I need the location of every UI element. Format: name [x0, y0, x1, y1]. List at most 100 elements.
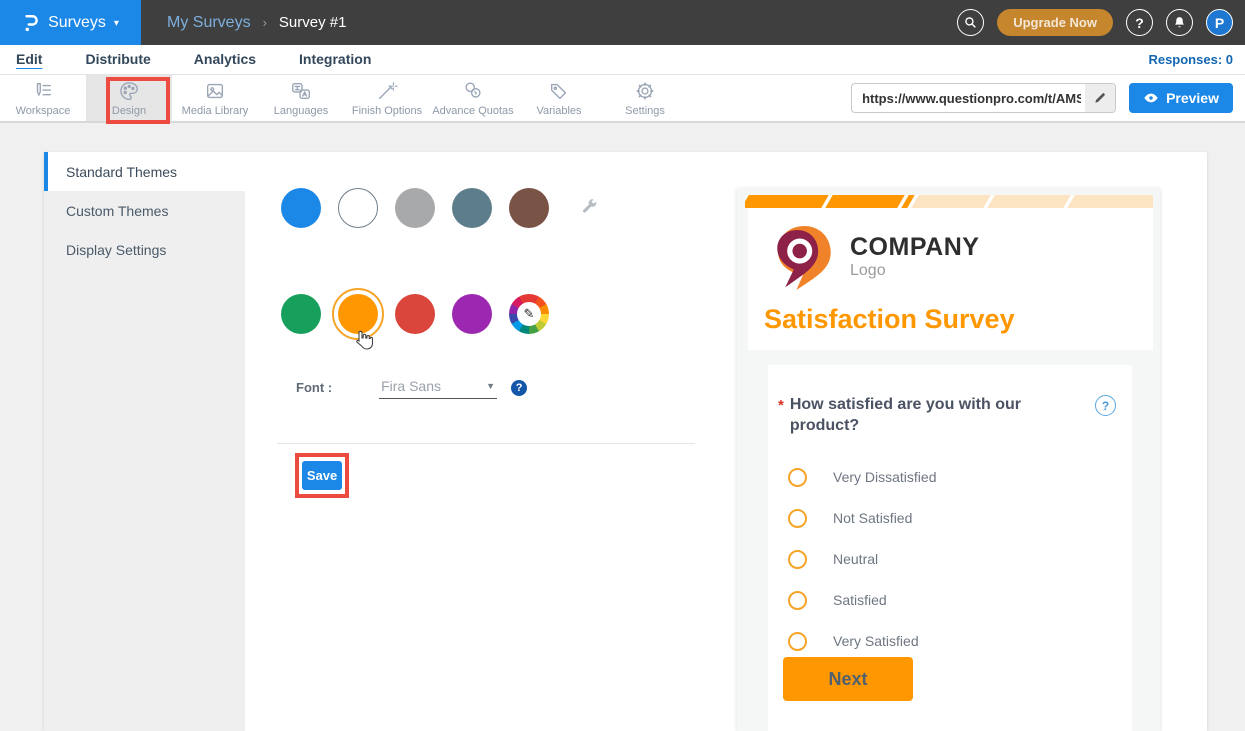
option-very-satisfied[interactable]: Very Satisfied [768, 621, 1132, 662]
radio-icon[interactable] [788, 550, 807, 569]
company-logo-pin-icon [770, 224, 836, 290]
toolbar-item-advance-quotas[interactable]: Advance Quotas [430, 75, 516, 121]
top-navbar: Surveys ▾ My Surveys › Survey #1 Upgrade… [0, 0, 1245, 45]
responses-count[interactable]: Responses: 0 [1148, 52, 1233, 67]
toolbar-item-workspace[interactable]: Workspace [0, 75, 86, 121]
custom-color-picker[interactable]: ✎ [509, 294, 549, 334]
breadcrumb-current-survey: Survey #1 [279, 14, 347, 31]
search-icon [964, 16, 977, 29]
app-root: Surveys ▾ My Surveys › Survey #1 Upgrade… [0, 0, 1245, 731]
toolbar-item-variables[interactable]: Variables [516, 75, 602, 121]
tab-analytics[interactable]: Analytics [194, 51, 256, 68]
help-button[interactable]: ? [1126, 9, 1153, 36]
swatch-orange-selected[interactable] [338, 294, 378, 334]
chain-link-icon [462, 80, 484, 102]
option-satisfied[interactable]: Satisfied [768, 580, 1132, 621]
required-asterisk: * [778, 397, 784, 414]
survey-tabbar: Edit Distribute Analytics Integration Re… [0, 45, 1245, 75]
company-logo-text: COMPANY Logo [850, 234, 979, 280]
font-selected-value: Fira Sans [381, 378, 441, 394]
swatch-gray[interactable] [395, 188, 435, 228]
font-select[interactable]: Fira Sans ▼ [379, 376, 497, 399]
tab-edit[interactable]: Edit [16, 51, 42, 68]
wrench-icon [580, 197, 598, 215]
chevron-down-icon: ▼ [486, 381, 495, 391]
swatch-white[interactable] [338, 188, 378, 228]
sidebar-item-custom-themes[interactable]: Custom Themes [44, 191, 245, 230]
brand-label: Surveys [48, 14, 106, 32]
radio-icon[interactable] [788, 632, 807, 651]
swatch-slate[interactable] [452, 188, 492, 228]
option-very-dissatisfied[interactable]: Very Dissatisfied [768, 457, 1132, 498]
breadcrumb: My Surveys › Survey #1 [167, 14, 346, 32]
swatch-blue[interactable] [281, 188, 321, 228]
search-button[interactable] [957, 9, 984, 36]
company-logo-name: COMPANY [850, 234, 979, 260]
swatch-red[interactable] [395, 294, 435, 334]
survey-header-card: COMPANY Logo Satisfaction Survey [748, 208, 1153, 350]
sidebar-item-display-settings[interactable]: Display Settings [44, 230, 245, 269]
pencil-icon [1093, 91, 1107, 105]
translate-icon [290, 80, 312, 102]
account-avatar[interactable]: P [1206, 9, 1233, 36]
question-text: How satisfied are you with our product? [790, 395, 1087, 437]
survey-title: Satisfaction Survey [748, 290, 1153, 335]
tag-icon [548, 80, 570, 102]
toolbar-item-settings[interactable]: Settings [602, 75, 688, 121]
preview-button[interactable]: Preview [1129, 83, 1233, 113]
product-switcher[interactable]: Surveys ▾ [0, 0, 141, 45]
option-not-satisfied[interactable]: Not Satisfied [768, 498, 1132, 539]
radio-icon[interactable] [788, 591, 807, 610]
edit-url-button[interactable] [1085, 84, 1115, 112]
question-card: * How satisfied are you with our product… [768, 365, 1132, 731]
design-sidebar: Standard Themes Custom Themes Display Se… [44, 152, 245, 731]
eye-icon [1143, 90, 1159, 106]
bell-icon [1173, 16, 1186, 29]
customize-theme-button[interactable] [580, 197, 598, 220]
palette-icon [118, 80, 140, 102]
annotation-save-highlight: Save [295, 453, 349, 498]
survey-progress-bar [745, 195, 1153, 208]
breadcrumb-separator-icon: › [263, 15, 267, 30]
question-row: * How satisfied are you with our product… [768, 365, 1132, 437]
save-button[interactable]: Save [302, 461, 342, 490]
edit-toolbar: Workspace Design Media Library Languages… [0, 75, 1245, 123]
option-neutral[interactable]: Neutral [768, 539, 1132, 580]
section-divider [277, 443, 695, 444]
swatch-purple[interactable] [452, 294, 492, 334]
theme-swatch-row-1 [281, 188, 598, 228]
tab-integration[interactable]: Integration [299, 51, 371, 68]
toolbar-item-media-library[interactable]: Media Library [172, 75, 258, 121]
question-mark-icon: ? [1135, 15, 1144, 31]
breadcrumb-my-surveys[interactable]: My Surveys [167, 14, 251, 32]
toolbar-item-finish-options[interactable]: Finish Options [344, 75, 430, 121]
magic-wand-icon [376, 80, 398, 102]
toolbar-right: Preview [851, 75, 1245, 121]
gear-icon [634, 80, 656, 102]
question-help-icon[interactable]: ? [1095, 395, 1116, 416]
sidebar-item-standard-themes[interactable]: Standard Themes [44, 152, 245, 191]
toolbar-item-languages[interactable]: Languages [258, 75, 344, 121]
toolbar-item-design[interactable]: Design [86, 75, 172, 121]
theme-swatch-row-2: ✎ [281, 288, 549, 340]
tab-distribute[interactable]: Distribute [85, 51, 150, 68]
answer-options: Very Dissatisfied Not Satisfied Neutral … [768, 437, 1132, 662]
survey-url-input[interactable] [852, 91, 1085, 106]
swatch-green[interactable] [281, 294, 321, 334]
swatch-brown[interactable] [509, 188, 549, 228]
image-icon [204, 80, 226, 102]
swatch-orange-selected-ring [332, 288, 384, 340]
font-label: Font : [296, 380, 332, 395]
font-setting-row: Font : Fira Sans ▼ ? [296, 376, 527, 399]
survey-url-field [851, 83, 1116, 113]
next-button[interactable]: Next [783, 657, 913, 701]
upgrade-now-button[interactable]: Upgrade Now [997, 9, 1113, 36]
company-logo-subtitle: Logo [850, 262, 979, 280]
radio-icon[interactable] [788, 509, 807, 528]
radio-icon[interactable] [788, 468, 807, 487]
notifications-button[interactable] [1166, 9, 1193, 36]
survey-preview-panel: COMPANY Logo Satisfaction Survey * How s… [737, 188, 1160, 731]
font-help-icon[interactable]: ? [511, 380, 527, 396]
topnav-actions: Upgrade Now ? P [957, 9, 1245, 36]
company-logo: COMPANY Logo [748, 208, 1153, 290]
